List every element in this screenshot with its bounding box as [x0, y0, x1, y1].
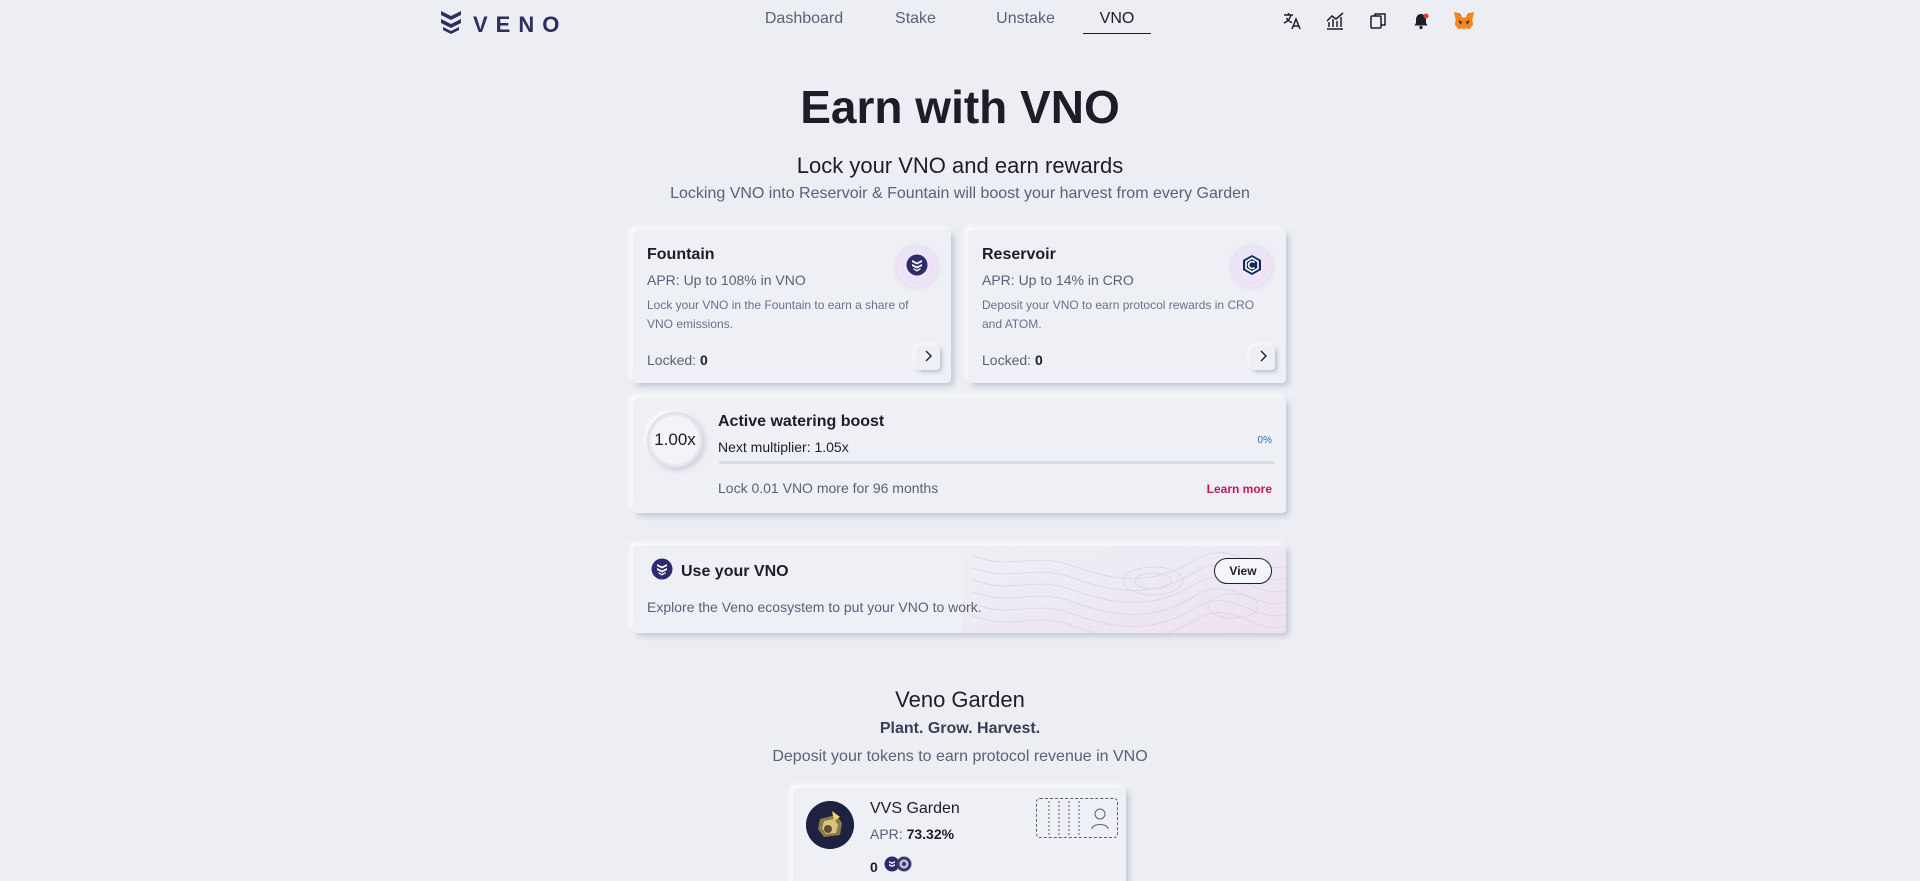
use-vno-card: Use your VNO View Explore the Veno ecosy…	[633, 546, 1286, 633]
use-vno-title: Use your VNO	[681, 562, 789, 580]
fountain-locked-value: 0	[699, 352, 708, 368]
veno-logo-icon	[439, 8, 463, 41]
vvs-garden-apr: APR: 73.32%	[870, 826, 954, 842]
reservoir-title: Reservoir	[982, 246, 1056, 263]
nav-stake[interactable]: Stake	[863, 0, 968, 34]
nav-unstake[interactable]: Unstake	[968, 0, 1083, 34]
fountain-locked-label: Locked:	[647, 352, 697, 368]
fountain-title: Fountain	[647, 246, 715, 263]
use-vno-description: Explore the Veno ecosystem to put your V…	[647, 599, 982, 615]
reservoir-locked-label: Locked:	[982, 352, 1032, 368]
nav-dashboard[interactable]: Dashboard	[745, 0, 863, 34]
veno-token-icon	[906, 254, 928, 281]
reservoir-card[interactable]: Reservoir APR: Up to 14% in CRO Deposit …	[968, 230, 1286, 383]
fountain-badge	[897, 247, 937, 287]
veno-token-icon	[651, 558, 673, 585]
fountain-open-button[interactable]	[916, 346, 940, 370]
veno-logo[interactable]: VENO	[439, 8, 567, 41]
garden-description: Deposit your tokens to earn protocol rev…	[772, 748, 1148, 765]
use-vno-header: Use your VNO	[651, 558, 789, 585]
top-navigation-bar: VENO Dashboard Stake Unstake VNO	[0, 0, 1920, 44]
copy-icon[interactable]	[1367, 10, 1389, 32]
chevron-right-icon	[923, 349, 933, 367]
reservoir-badge	[1232, 247, 1272, 287]
watering-boost-card: 1.00x Active watering boost Next multipl…	[633, 398, 1286, 513]
boost-title: Active watering boost	[718, 413, 885, 430]
fountain-description: Lock your VNO in the Fountain to earn a …	[647, 298, 909, 331]
vvs-garden-avatar	[806, 801, 854, 849]
learn-more-link[interactable]: Learn more	[1207, 482, 1272, 496]
view-button[interactable]: View	[1214, 558, 1272, 584]
metamask-fox-icon[interactable]	[1453, 10, 1475, 32]
garden-title: Veno Garden	[895, 687, 1025, 712]
reservoir-locked: Locked: 0	[982, 352, 1043, 368]
page-description: Locking VNO into Reservoir & Fountain wi…	[670, 185, 1250, 202]
reservoir-apr: APR: Up to 14% in CRO	[982, 272, 1134, 288]
boost-progress-bar	[719, 461, 1274, 464]
logo-wordmark: VENO	[473, 11, 568, 37]
vvs-garden-amount: 0	[870, 858, 878, 875]
token-pair-icon	[884, 856, 914, 877]
boost-next-multiplier: Next multiplier: 1.05x	[718, 439, 849, 455]
header-actions	[1281, 10, 1475, 32]
vvs-garden-deposit: 0	[870, 856, 914, 877]
reservoir-description: Deposit your VNO to earn protocol reward…	[982, 298, 1255, 331]
nav-vno[interactable]: VNO	[1083, 0, 1151, 34]
fountain-locked: Locked: 0	[647, 352, 708, 368]
reservoir-locked-value: 0	[1034, 352, 1043, 368]
fountain-card[interactable]: Fountain APR: Up to 108% in VNO Lock you…	[633, 230, 951, 383]
cronos-token-icon	[1241, 254, 1263, 281]
page-title: Earn with VNO	[800, 81, 1120, 133]
chevron-right-icon	[1258, 349, 1268, 367]
chart-icon[interactable]	[1324, 10, 1346, 32]
page-subtitle: Lock your VNO and earn rewards	[796, 153, 1124, 178]
garden-nft-slots[interactable]	[1036, 798, 1118, 838]
boost-progress-percent: 0%	[1257, 435, 1272, 446]
garden-tagline: Plant. Grow. Harvest.	[879, 720, 1041, 737]
boost-multiplier-value: 1.00x	[654, 430, 696, 449]
notification-bell-icon[interactable]	[1410, 10, 1432, 32]
vvs-garden-card[interactable]: VVS Garden APR: 73.32% 0	[793, 788, 1126, 881]
reservoir-open-button[interactable]	[1251, 346, 1275, 370]
vvs-garden-name: VVS Garden	[870, 800, 960, 817]
boost-lock-hint: Lock 0.01 VNO more for 96 months	[718, 480, 939, 496]
boost-multiplier-ring: 1.00x	[647, 412, 703, 468]
vvs-garden-apr-label: APR:	[870, 826, 903, 842]
fountain-apr: APR: Up to 108% in VNO	[647, 272, 806, 288]
main-nav: Dashboard Stake Unstake VNO	[745, 0, 1151, 34]
translate-icon[interactable]	[1281, 10, 1303, 32]
vvs-garden-apr-value: 73.32%	[906, 826, 955, 842]
